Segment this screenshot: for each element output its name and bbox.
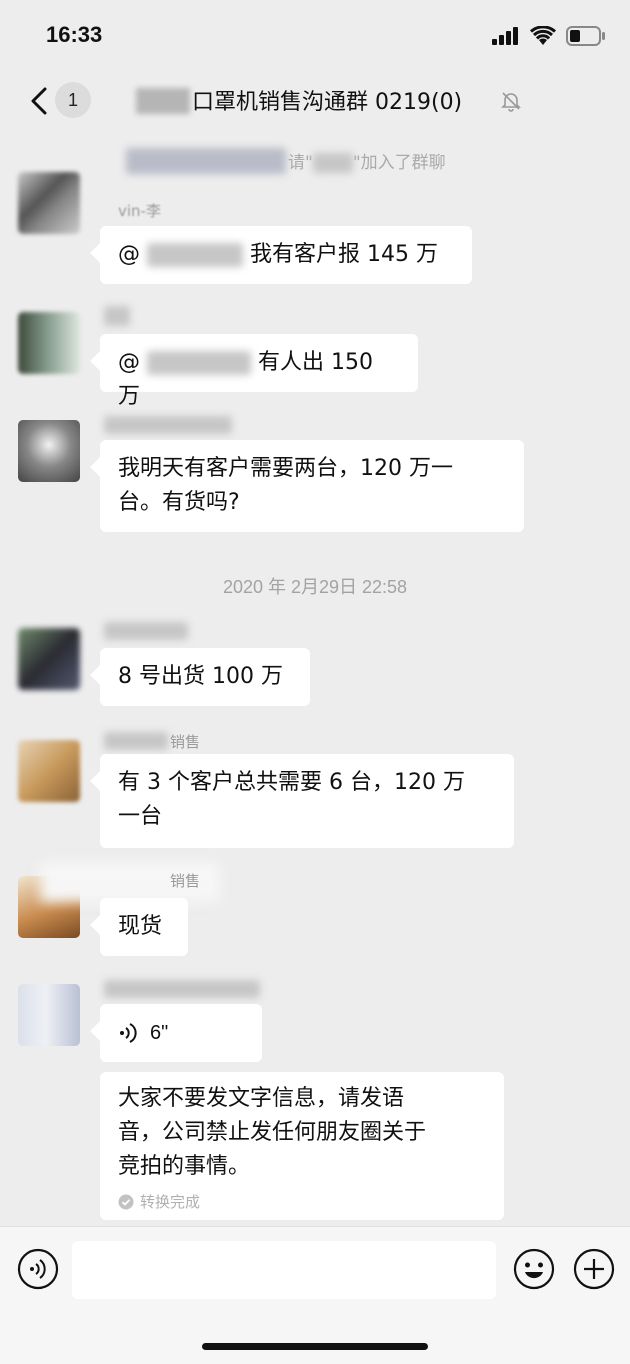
- plus-icon: [573, 1248, 615, 1290]
- nav-bar: 1 口罩机销售沟通群 0219(0): [0, 72, 630, 134]
- voice-transcript-bubble[interactable]: 大家不要发文字信息，请发语 音，公司禁止发任何朋友圈关于 竞拍的事情。 转换完成: [100, 1072, 504, 1220]
- conversion-status-text: 转换完成: [140, 1193, 201, 1211]
- message-text-line: 我明天有客户需要两台，120 万一: [118, 456, 453, 481]
- message-bubble[interactable]: 8 号出货 100 万: [100, 648, 310, 706]
- blurred-name: [312, 153, 353, 173]
- message-text-line: 台。有货吗?: [118, 490, 240, 515]
- emoji-icon: [513, 1248, 555, 1290]
- blurred-name: [126, 148, 286, 174]
- chat-title[interactable]: 口罩机销售沟通群 0219(0): [192, 84, 462, 116]
- message-text-line: 音，公司禁止发任何朋友圈关于: [118, 1120, 427, 1145]
- sender-name: vin-李: [118, 202, 161, 220]
- message-text: 我有客户报 145 万: [250, 242, 438, 267]
- unread-count-badge[interactable]: 1: [55, 82, 91, 118]
- message-bubble[interactable]: 有 3 个客户总共需要 6 台，120 万 一台: [100, 754, 514, 848]
- voice-duration: 6": [150, 1022, 169, 1044]
- conversion-status: 转换完成: [118, 1192, 486, 1212]
- mention-symbol: @: [118, 350, 140, 375]
- chevron-left-icon: [31, 87, 47, 115]
- blurred-title-prefix: [136, 88, 190, 114]
- check-circle-icon: [118, 1194, 134, 1210]
- mention-symbol: @: [118, 242, 140, 267]
- avatar[interactable]: [18, 420, 80, 482]
- input-bar: [0, 1226, 630, 1364]
- back-button[interactable]: [28, 86, 52, 116]
- message-input[interactable]: [72, 1241, 496, 1299]
- status-icons: [492, 26, 606, 46]
- timestamp: 2020 年 2月29日 22:58: [222, 577, 408, 597]
- audio-wave-icon: [120, 1023, 137, 1043]
- blurred-sender-name: [104, 416, 232, 434]
- signal-icon: [492, 27, 518, 45]
- sender-name: 销售: [170, 872, 201, 890]
- message-text: 现货: [118, 914, 163, 939]
- message-bubble[interactable]: @ 我有客户报 145 万: [100, 226, 472, 284]
- voice-input-icon: [17, 1248, 59, 1290]
- blurred-sender-name: [104, 980, 260, 998]
- system-join-prefix: 请": [288, 153, 313, 173]
- avatar[interactable]: [18, 740, 80, 802]
- blurred-sender-name: [104, 306, 130, 326]
- system-join-suffix: "加入了群聊: [352, 153, 446, 173]
- blurred-sender-name: [104, 622, 188, 640]
- blurred-mention-name: [147, 351, 251, 375]
- avatar[interactable]: [18, 312, 80, 374]
- more-options-button[interactable]: [572, 1247, 616, 1291]
- bell-off-icon: [501, 92, 521, 112]
- avatar[interactable]: [18, 984, 80, 1046]
- message-text-line: 一台: [118, 804, 163, 829]
- blurred-mention-name: [147, 243, 243, 267]
- sender-name: 销售: [170, 733, 201, 751]
- emoji-button[interactable]: [512, 1247, 556, 1291]
- message-text-line: 有 3 个客户总共需要 6 台，120 万: [118, 770, 465, 795]
- status-time: 16:33: [46, 22, 103, 47]
- battery-icon: [566, 26, 605, 46]
- blurred-sender-name: [104, 732, 168, 750]
- home-indicator[interactable]: [202, 1343, 428, 1350]
- wifi-icon: [530, 26, 556, 45]
- avatar[interactable]: [18, 172, 80, 234]
- system-join-message: 请" "加入了群聊: [288, 148, 446, 173]
- message-text: 8 号出货 100 万: [118, 664, 283, 689]
- message-text-line: 竞拍的事情。: [118, 1154, 251, 1179]
- message-bubble[interactable]: @ 有人出 150 万: [100, 334, 418, 409]
- status-bar: 16:33: [0, 0, 630, 72]
- voice-message-bubble[interactable]: 6": [100, 1004, 262, 1062]
- avatar[interactable]: [18, 628, 80, 690]
- message-text-line: 大家不要发文字信息，请发语: [118, 1086, 405, 1111]
- voice-input-button[interactable]: [16, 1247, 60, 1291]
- message-bubble[interactable]: 现货: [100, 898, 188, 956]
- message-bubble[interactable]: 我明天有客户需要两台，120 万一 台。有货吗?: [100, 440, 524, 532]
